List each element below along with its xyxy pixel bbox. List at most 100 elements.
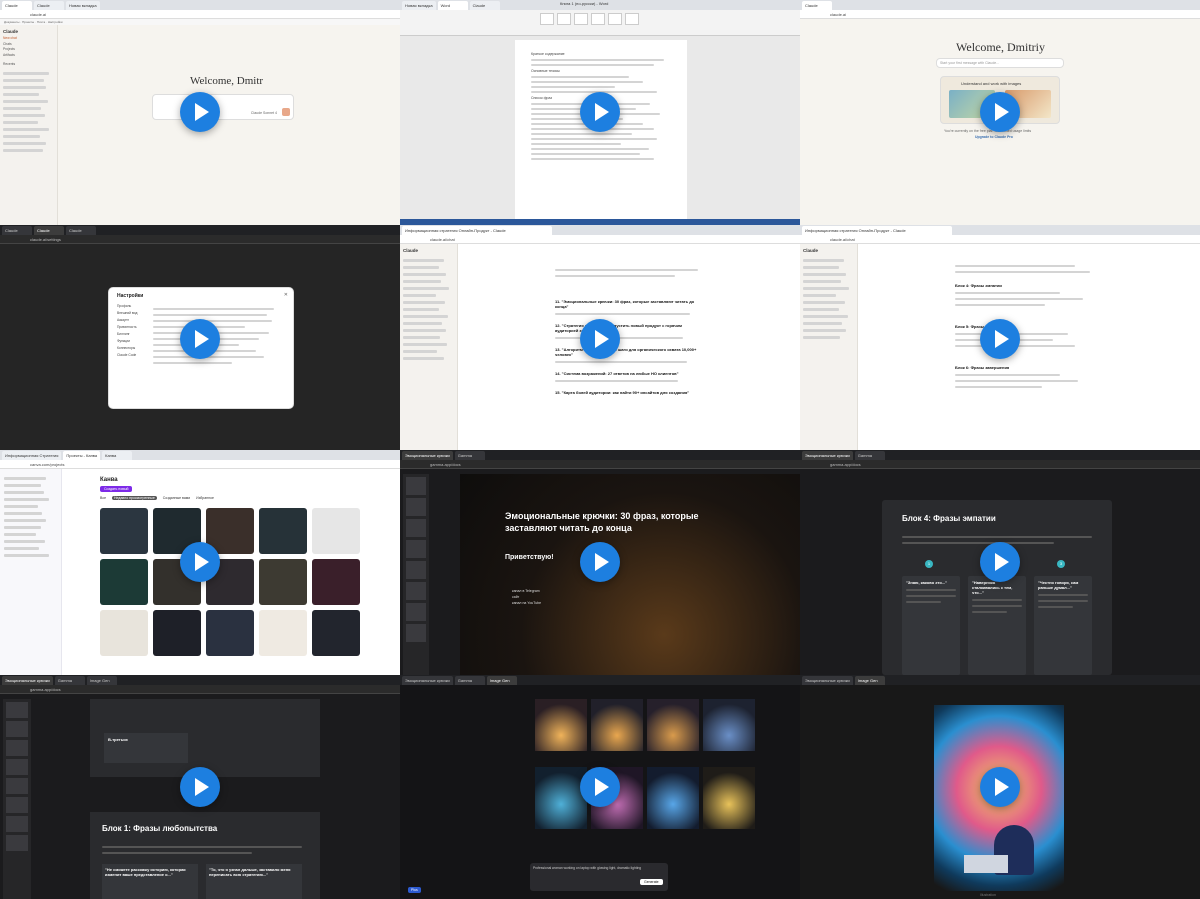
design-thumb[interactable] [206, 610, 254, 656]
address-bar[interactable]: claude.ai/chat [400, 235, 800, 244]
tab[interactable]: Эмоциональные крючки [802, 451, 853, 460]
filter-tab[interactable]: Избранное [196, 496, 214, 500]
slide-bullet[interactable]: канал на YouTube [512, 601, 541, 607]
phrase-card: "Не сможете расскажу историю, которая из… [102, 864, 198, 899]
play-button[interactable] [180, 767, 220, 807]
design-thumb[interactable] [312, 559, 360, 605]
address-bar[interactable]: gamma.app/docs [400, 460, 800, 469]
tab[interactable]: Эмоциональные крючки [2, 676, 53, 685]
tab[interactable]: Image Gen [486, 676, 517, 685]
filter-tab[interactable]: Недавно просмотренные [112, 496, 157, 500]
sidebar-item[interactable]: Artifacts [3, 53, 54, 59]
phrase-card-title: "То, что я узнал дальше, заставило меня … [209, 867, 291, 877]
browser-tabs: Информационная стратегия Онлайн-Продукт … [800, 225, 1200, 235]
design-thumb[interactable] [312, 610, 360, 656]
sidebar: Claude [400, 244, 458, 450]
design-thumb[interactable] [259, 559, 307, 605]
play-button[interactable] [980, 92, 1020, 132]
tab[interactable]: Image Gen [854, 676, 885, 685]
address-bar[interactable]: gamma.app/docs [800, 460, 1200, 469]
settings-menu-item[interactable]: Профиль [117, 304, 147, 311]
upgrade-link[interactable]: Upgrade to Claude Pro [975, 135, 1013, 139]
filter-tab[interactable]: Созданные вами [163, 496, 190, 500]
tab[interactable]: Информационная стратегия Онлайн-Продукт … [802, 226, 952, 235]
tab[interactable]: Канва [102, 451, 133, 460]
settings-menu-item[interactable]: Функции [117, 339, 147, 346]
settings-menu-item[interactable]: Claude Code [117, 353, 147, 360]
close-icon[interactable]: ✕ [284, 292, 288, 298]
filter-tab[interactable]: Все [100, 496, 106, 500]
tab[interactable]: Claude [66, 226, 96, 235]
tab[interactable]: Claude [2, 226, 32, 235]
settings-menu-item[interactable]: Аккаунт [117, 318, 147, 325]
play-button[interactable] [580, 319, 620, 359]
prompt-box[interactable]: Professional woman working on laptop wit… [530, 863, 668, 891]
tab[interactable]: Claude [802, 1, 832, 10]
address-bar[interactable]: claude.ai/settings [0, 235, 400, 244]
generate-button[interactable]: Generate [640, 879, 663, 885]
design-thumb[interactable] [100, 559, 148, 605]
tab[interactable]: Новая вкладка [402, 1, 436, 10]
generated-image[interactable] [703, 699, 755, 751]
tab[interactable]: Информационная Стратегия [2, 451, 62, 460]
settings-menu-item[interactable]: Коннекторы [117, 346, 147, 353]
play-button[interactable] [180, 542, 220, 582]
settings-menu-item[interactable]: Биллинг [117, 332, 147, 339]
generated-image[interactable] [647, 767, 699, 829]
play-button[interactable] [180, 319, 220, 359]
design-thumb[interactable] [312, 508, 360, 554]
design-thumb[interactable] [153, 610, 201, 656]
create-button[interactable]: Создать новый [100, 486, 133, 492]
tab[interactable]: Проекты - Канва [63, 451, 101, 460]
bookmarks-bar: Документы · Проекты · Почта · Настройки [0, 19, 400, 25]
tab[interactable]: Эмоциональные крючки [802, 676, 853, 685]
settings-menu-item[interactable]: Приватность [117, 325, 147, 332]
address-bar[interactable]: canva.com/projects [0, 460, 400, 469]
slide[interactable]: Эмоциональные крючки: 30 фраз, которые з… [460, 474, 800, 675]
address-bar[interactable]: claude.ai [0, 10, 400, 19]
play-button[interactable] [580, 542, 620, 582]
tab[interactable]: Информационная стратегия Онлайн-Продукт … [402, 226, 552, 235]
design-thumb[interactable] [100, 508, 148, 554]
send-button[interactable] [282, 108, 290, 116]
tab[interactable]: Claude [2, 1, 32, 10]
tab[interactable]: Gamma [854, 451, 885, 460]
address-bar[interactable]: claude.ai [800, 10, 1200, 19]
tab[interactable]: Новая вкладка [66, 1, 100, 10]
browser-tabs: Эмоциональные крючки Gamma [800, 450, 1200, 460]
address-bar[interactable]: gamma.app/docs [0, 685, 400, 694]
generated-image[interactable] [703, 767, 755, 829]
design-thumb[interactable] [259, 508, 307, 554]
play-button[interactable] [580, 767, 620, 807]
model-selector[interactable]: Claude Sonnet 4 [251, 111, 277, 115]
slide-bottom[interactable]: Блок 1: Фразы любопытства "Не сможете ра… [90, 812, 320, 899]
design-thumb[interactable] [100, 610, 148, 656]
tab[interactable]: Word [437, 1, 468, 10]
tab[interactable]: Эмоциональные крючки [402, 451, 453, 460]
tab[interactable]: Claude [469, 1, 500, 10]
design-thumb[interactable] [259, 610, 307, 656]
play-button[interactable] [980, 767, 1020, 807]
generated-image[interactable] [535, 767, 587, 829]
tab[interactable]: Gamma [454, 676, 485, 685]
generated-image[interactable] [647, 699, 699, 751]
slide[interactable]: Блок 4: Фразы эмпатии 1 2 3 "Знаю, каков… [882, 500, 1112, 675]
document-page[interactable]: Краткое содержание Основные тезисы Списо… [515, 40, 687, 225]
chat-input[interactable]: Start your first message with Claude... [936, 58, 1064, 68]
generated-image[interactable] [535, 699, 587, 751]
play-button[interactable] [180, 92, 220, 132]
play-button[interactable] [580, 92, 620, 132]
tab[interactable]: Gamma [54, 676, 85, 685]
tab[interactable]: Эмоциональные крючки [402, 676, 453, 685]
phrase-card: "Знаю, каково это..." [902, 576, 960, 675]
tab[interactable]: Image Gen [86, 676, 117, 685]
tab[interactable]: Gamma [454, 451, 485, 460]
play-button[interactable] [980, 542, 1020, 582]
tab[interactable]: Claude [34, 1, 64, 10]
tab[interactable]: Claude [34, 226, 64, 235]
play-button[interactable] [980, 319, 1020, 359]
settings-menu-item[interactable]: Внешний вид [117, 311, 147, 318]
generated-image[interactable] [591, 699, 643, 751]
address-bar[interactable]: claude.ai/chat [800, 235, 1200, 244]
chat-input[interactable]: Claude Sonnet 4 [152, 94, 294, 120]
